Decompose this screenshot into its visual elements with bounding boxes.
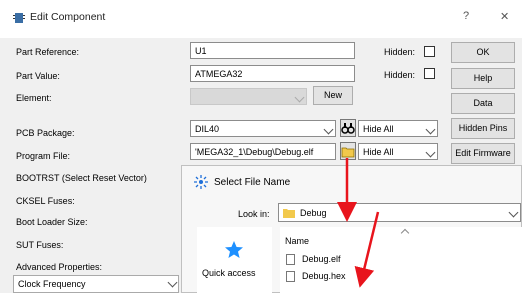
edit-component-window: Edit Component ? ✕ Part Reference: U1 Hi… — [0, 0, 522, 293]
annotation-arrows — [337, 158, 380, 288]
arrow-to-debug-hex — [354, 211, 380, 288]
